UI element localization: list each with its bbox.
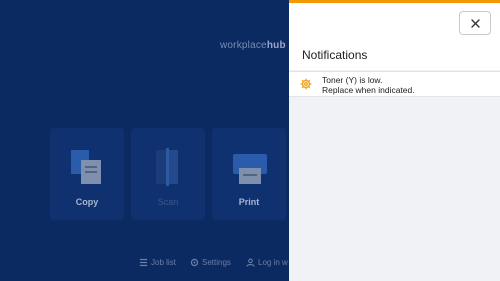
copy-tile[interactable]: Copy	[50, 128, 124, 220]
list-icon	[139, 258, 148, 267]
notification-item[interactable]: Toner (Y) is low. Replace when indicated…	[289, 71, 500, 97]
panel-header: Notifications	[289, 3, 500, 70]
log-in-button[interactable]: Log in w	[246, 258, 288, 267]
panel-title: Notifications	[302, 48, 368, 62]
notification-line-2: Replace when indicated.	[322, 85, 415, 95]
gear-warning-icon	[300, 78, 312, 90]
copy-label: Copy	[75, 197, 99, 207]
gear-icon	[190, 258, 199, 267]
log-in-label: Log in w	[258, 258, 288, 267]
notification-line-1: Toner (Y) is low.	[322, 75, 383, 85]
notifications-panel: Notifications Toner (Y) is low. Replace …	[289, 0, 500, 281]
print-icon	[233, 154, 267, 184]
workplace-hub-logo: workplacehub	[220, 40, 286, 51]
close-icon	[470, 18, 480, 28]
scan-label: Scan	[157, 197, 179, 207]
job-list-button[interactable]: Job list	[139, 258, 176, 267]
close-button[interactable]	[459, 11, 491, 35]
settings-label: Settings	[202, 258, 231, 267]
print-tile[interactable]: Print	[212, 128, 286, 220]
scan-icon	[156, 148, 178, 186]
bottom-bar: Job list Settings Log in w	[0, 258, 290, 270]
print-label: Print	[238, 197, 260, 207]
user-icon	[246, 258, 255, 267]
job-list-label: Job list	[151, 258, 176, 267]
scan-tile[interactable]: Scan	[131, 128, 205, 220]
notification-text: Toner (Y) is low. Replace when indicated…	[322, 75, 415, 95]
settings-button[interactable]: Settings	[190, 258, 231, 267]
copy-icon	[71, 150, 101, 184]
